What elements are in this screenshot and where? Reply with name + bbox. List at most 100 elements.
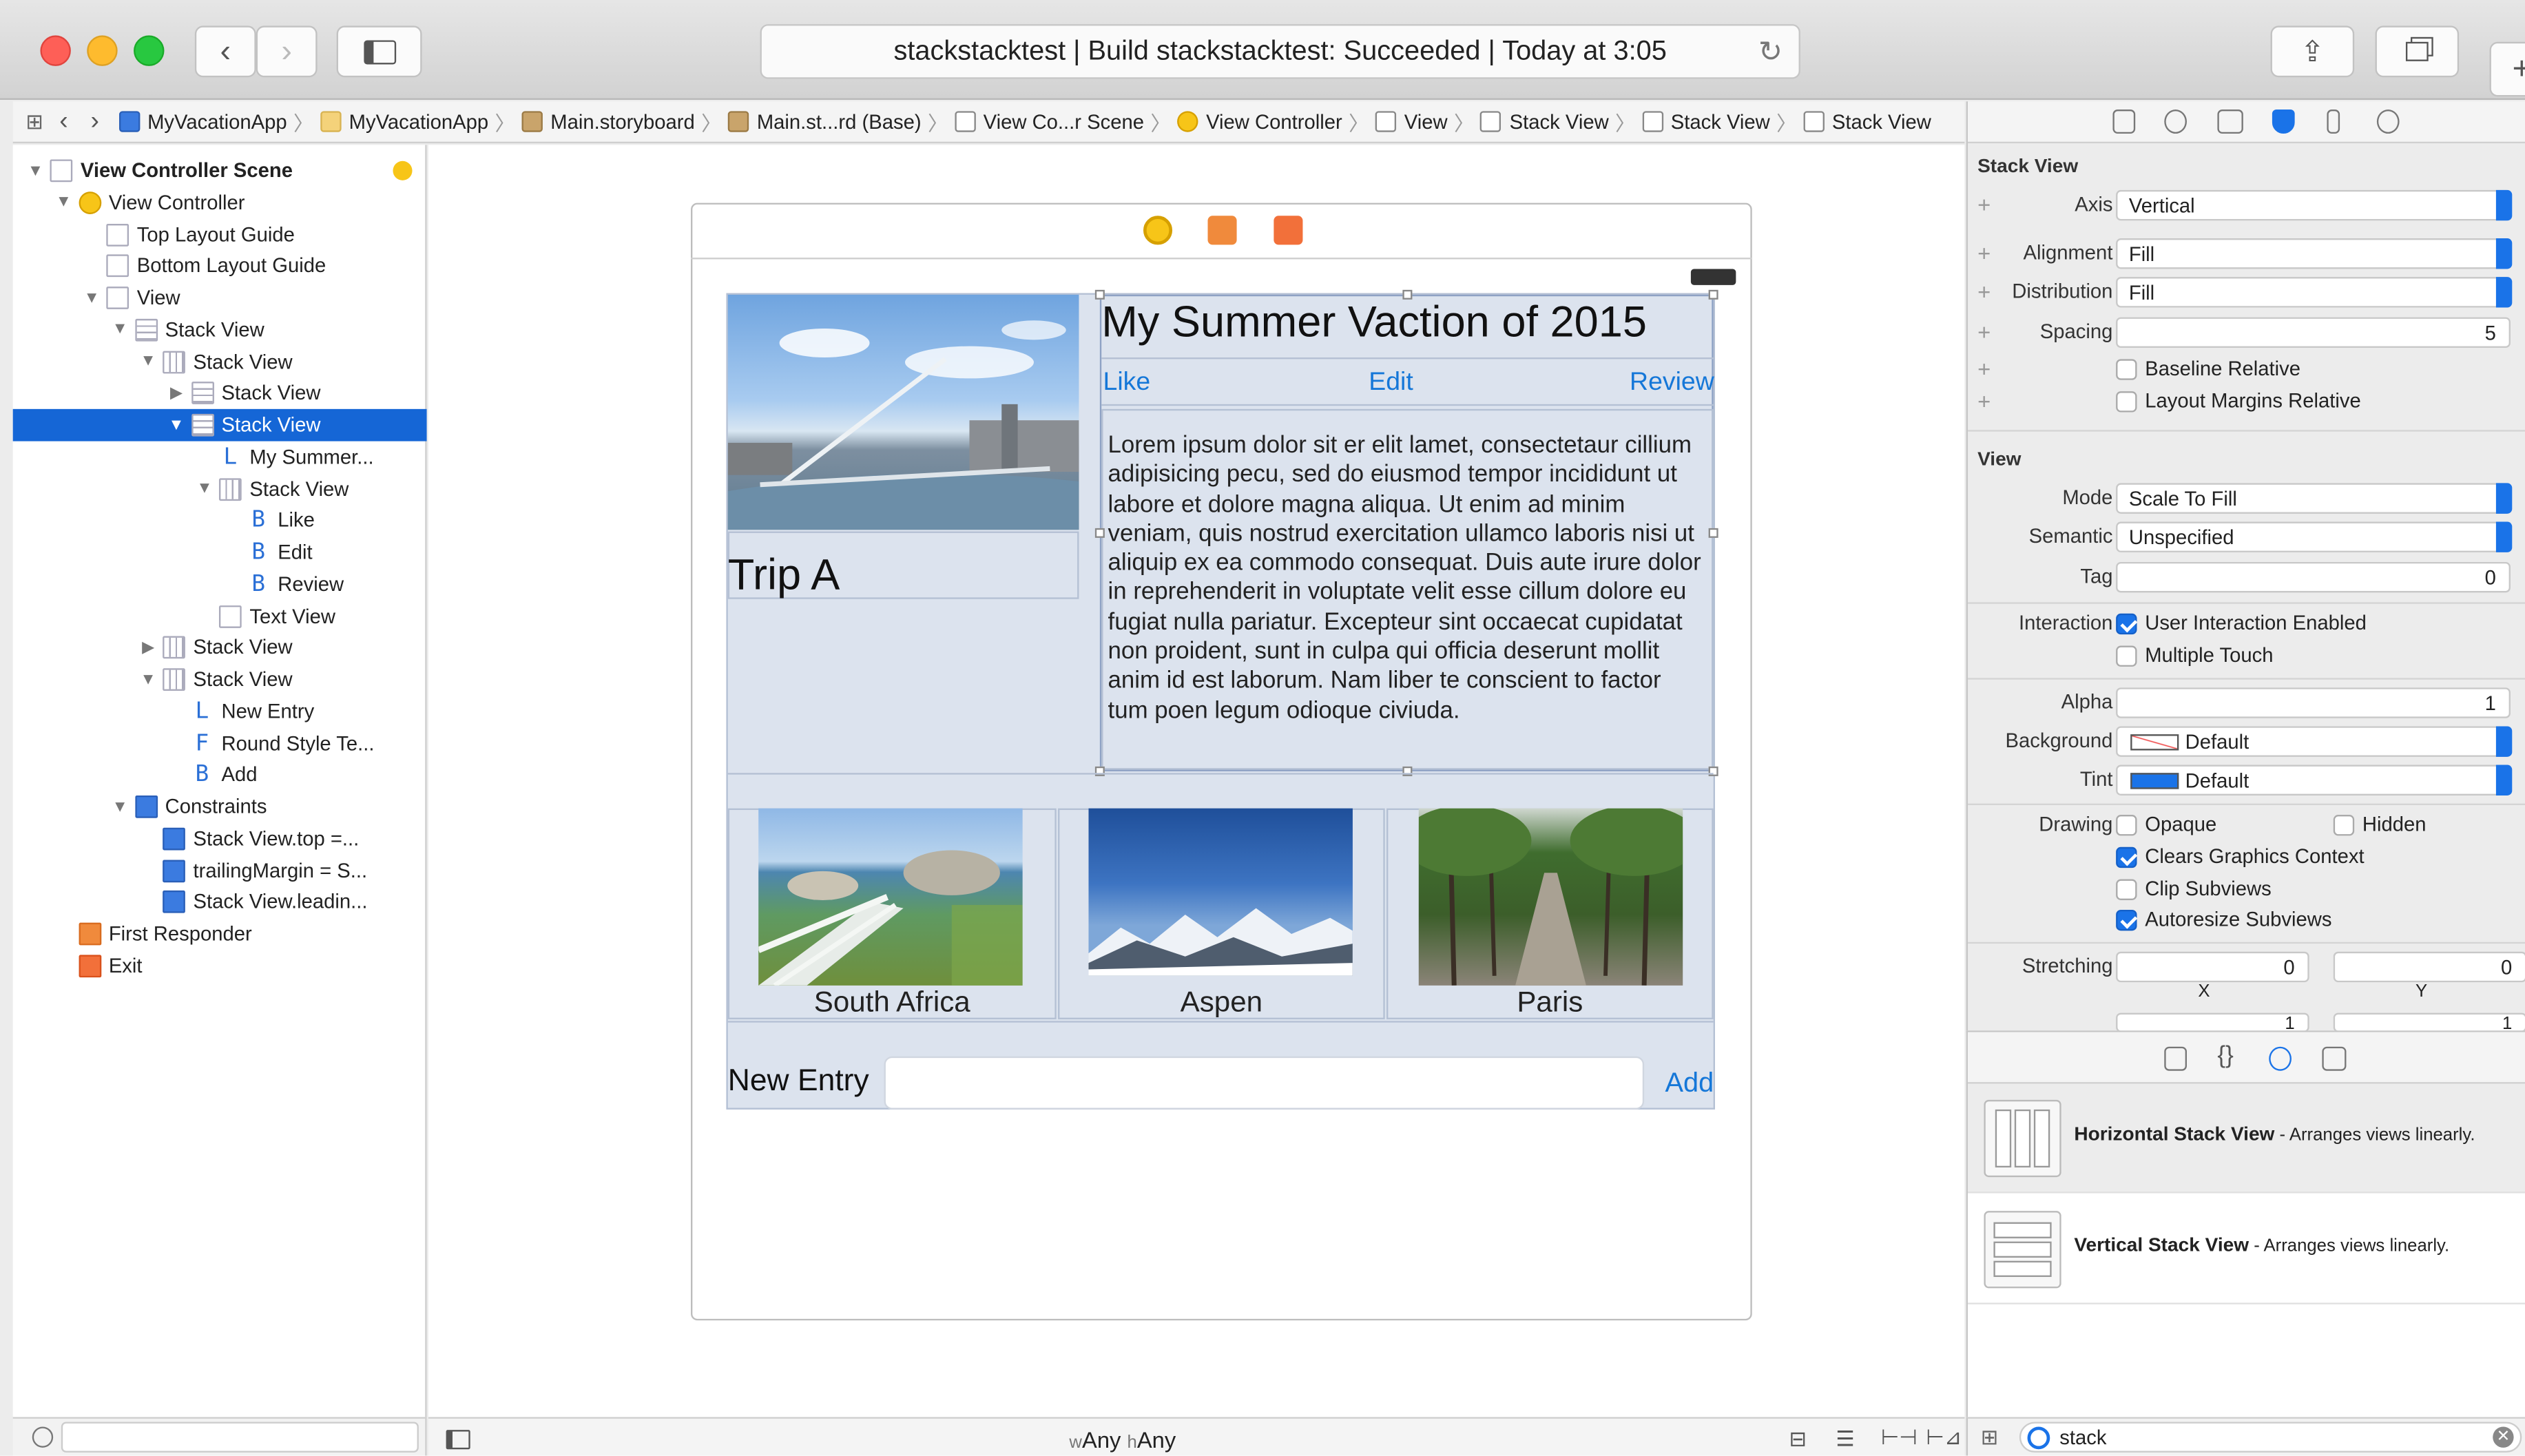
resize-handle[interactable] — [1708, 528, 1718, 538]
plus-icon[interactable]: + — [1977, 388, 1991, 413]
background-popup[interactable]: Default — [2116, 726, 2513, 757]
distribution-popup[interactable]: Fill — [2116, 277, 2513, 308]
stretch-y-field[interactable]: 0 — [2333, 951, 2525, 983]
add-tab-button[interactable]: + — [2489, 41, 2525, 97]
new-entry-text-field[interactable] — [884, 1056, 1645, 1110]
back-history-icon[interactable]: ‹ — [59, 107, 67, 136]
outline-row[interactable]: ▼ Stack View — [13, 472, 427, 505]
outline-row[interactable]: ▼ Stack View — [12, 408, 427, 441]
disclosure-collapsed-icon[interactable]: ▶ — [167, 384, 186, 402]
outline-row[interactable]: ▼ View — [13, 282, 427, 314]
autoresize-subviews-checkbox[interactable] — [2116, 909, 2137, 931]
outline-row[interactable]: First Responder — [13, 918, 427, 950]
library-filter-field[interactable]: stack ✕ — [2019, 1422, 2522, 1453]
outline-row[interactable]: ▼ Constraints — [13, 791, 427, 823]
resize-handle[interactable] — [1094, 289, 1105, 300]
axis-popup[interactable]: Vertical — [2116, 189, 2513, 221]
identity-inspector-icon[interactable] — [2217, 109, 2243, 134]
disclosure-expanded-icon[interactable]: ▼ — [82, 289, 101, 307]
summer-title[interactable]: My Summer Vaction of 2015 — [1101, 298, 1647, 348]
toggle-navigator-button[interactable] — [336, 25, 422, 78]
outline-row[interactable]: B Like — [13, 504, 427, 537]
resize-handle[interactable] — [1708, 289, 1718, 300]
grid-view-icon[interactable]: ⊞ — [1981, 1425, 1998, 1450]
outline-row[interactable]: ▼ Stack View — [13, 313, 427, 346]
mode-popup[interactable]: Scale To Fill — [2116, 483, 2513, 514]
zoom-window-button[interactable] — [134, 35, 165, 66]
outline-row[interactable]: L My Summer... — [13, 441, 427, 473]
review-button[interactable]: Review — [1630, 368, 1714, 397]
disclosure-expanded-icon[interactable]: ▼ — [167, 416, 186, 434]
breadcrumb-item[interactable]: Stack View 〉 — [1641, 106, 1796, 136]
outline-row[interactable]: B Edit — [13, 537, 427, 569]
disclosure-expanded-icon[interactable]: ▼ — [54, 194, 73, 211]
close-window-button[interactable] — [40, 35, 71, 66]
hidden-checkbox[interactable] — [2333, 815, 2355, 836]
baseline-relative-checkbox[interactable] — [2116, 359, 2137, 380]
size-inspector-icon[interactable] — [2327, 109, 2340, 134]
size-class-control[interactable]: wAny hAny — [1069, 1426, 1176, 1452]
file-template-icon[interactable] — [2164, 1046, 2188, 1071]
resolve-issues-icon[interactable]: ⊢⊿ — [1926, 1425, 1962, 1450]
library-item-horizontal-stack[interactable]: Horizontal Stack View - Arranges views l… — [1968, 1083, 2525, 1194]
outline-row[interactable]: F Round Style Te... — [13, 727, 427, 760]
toggle-outline-icon[interactable] — [446, 1430, 470, 1450]
stack-icon[interactable]: ⊟ — [1789, 1426, 1807, 1452]
breadcrumb-item[interactable]: Stack View — [1802, 110, 1931, 133]
disclosure-expanded-icon[interactable]: ▼ — [25, 162, 45, 180]
view-controller-icon[interactable] — [1143, 216, 1173, 245]
disclosure-expanded-icon[interactable]: ▼ — [110, 321, 129, 339]
outline-row[interactable]: trailingMargin = S... — [13, 854, 427, 886]
breadcrumb-item[interactable]: View 〉 — [1375, 106, 1474, 136]
resize-handle[interactable] — [1094, 528, 1105, 538]
attributes-inspector-icon[interactable] — [2272, 109, 2295, 134]
tint-popup[interactable]: Default — [2116, 765, 2513, 795]
help-icon[interactable] — [2164, 109, 2188, 134]
add-button[interactable]: Add — [1665, 1068, 1714, 1100]
outline-row[interactable]: ▼ Stack View — [13, 663, 427, 696]
resize-handle[interactable] — [1402, 289, 1413, 300]
plus-icon[interactable]: + — [1977, 356, 1991, 382]
disclosure-expanded-icon[interactable]: ▼ — [195, 480, 214, 498]
stretch-width-field[interactable]: 1 — [2116, 1012, 2309, 1032]
windows-button[interactable] — [2375, 25, 2460, 78]
outline-row[interactable]: ▼ Stack View — [13, 346, 427, 378]
clip-subviews-checkbox[interactable] — [2116, 879, 2137, 900]
file-inspector-icon[interactable] — [2112, 109, 2136, 134]
breadcrumb-item[interactable]: Main.storyboard 〉 — [521, 106, 721, 136]
align-icon[interactable]: ☰ — [1836, 1426, 1854, 1452]
layout-margins-checkbox[interactable] — [2116, 391, 2137, 413]
outline-row[interactable]: ▼ View Controller Scene — [13, 154, 427, 187]
forward-history-icon[interactable]: › — [90, 107, 98, 136]
back-button[interactable]: ‹ — [194, 25, 256, 78]
new-entry-label[interactable]: New Entry — [728, 1064, 869, 1099]
connections-inspector-icon[interactable] — [2376, 109, 2400, 134]
edit-button[interactable]: Edit — [1369, 368, 1413, 397]
outline-row[interactable]: Bottom Layout Guide — [13, 250, 427, 282]
stretch-x-field[interactable]: 0 — [2116, 951, 2309, 983]
user-interaction-checkbox[interactable] — [2116, 613, 2137, 635]
warning-icon[interactable] — [393, 160, 413, 180]
breadcrumb-item[interactable]: Stack View 〉 — [1480, 106, 1635, 136]
place-label-aspen[interactable]: Aspen — [1058, 986, 1385, 1019]
refresh-icon[interactable]: ↻ — [1758, 35, 1783, 69]
code-snippet-icon[interactable]: {} — [2217, 1042, 2233, 1070]
share-button[interactable]: ⇪ — [2270, 25, 2355, 78]
outline-row[interactable]: Exit — [13, 950, 427, 982]
outline-row[interactable]: ▶ Stack View — [13, 632, 427, 664]
like-button[interactable]: Like — [1103, 368, 1151, 397]
outline-row[interactable]: Stack View.top =... — [13, 822, 427, 855]
exit-icon[interactable] — [1274, 216, 1303, 245]
multiple-touch-checkbox[interactable] — [2116, 645, 2137, 667]
alignment-popup[interactable]: Fill — [2116, 238, 2513, 269]
outline-row[interactable]: B Review — [13, 568, 427, 601]
object-library-icon[interactable] — [2269, 1046, 2292, 1071]
pin-icon[interactable]: ⊢⊣ — [1881, 1425, 1918, 1450]
place-label-paris[interactable]: Paris — [1386, 986, 1714, 1019]
spacing-field[interactable]: 5 — [2116, 317, 2511, 349]
related-items-icon[interactable]: ⊞ — [25, 109, 43, 134]
disclosure-collapsed-icon[interactable]: ▶ — [138, 639, 158, 657]
disclosure-expanded-icon[interactable]: ▼ — [138, 353, 158, 371]
library-item-vertical-stack[interactable]: Vertical Stack View - Arranges views lin… — [1968, 1195, 2525, 1304]
breadcrumb-item[interactable]: Main.st...rd (Base) 〉 — [727, 106, 948, 136]
